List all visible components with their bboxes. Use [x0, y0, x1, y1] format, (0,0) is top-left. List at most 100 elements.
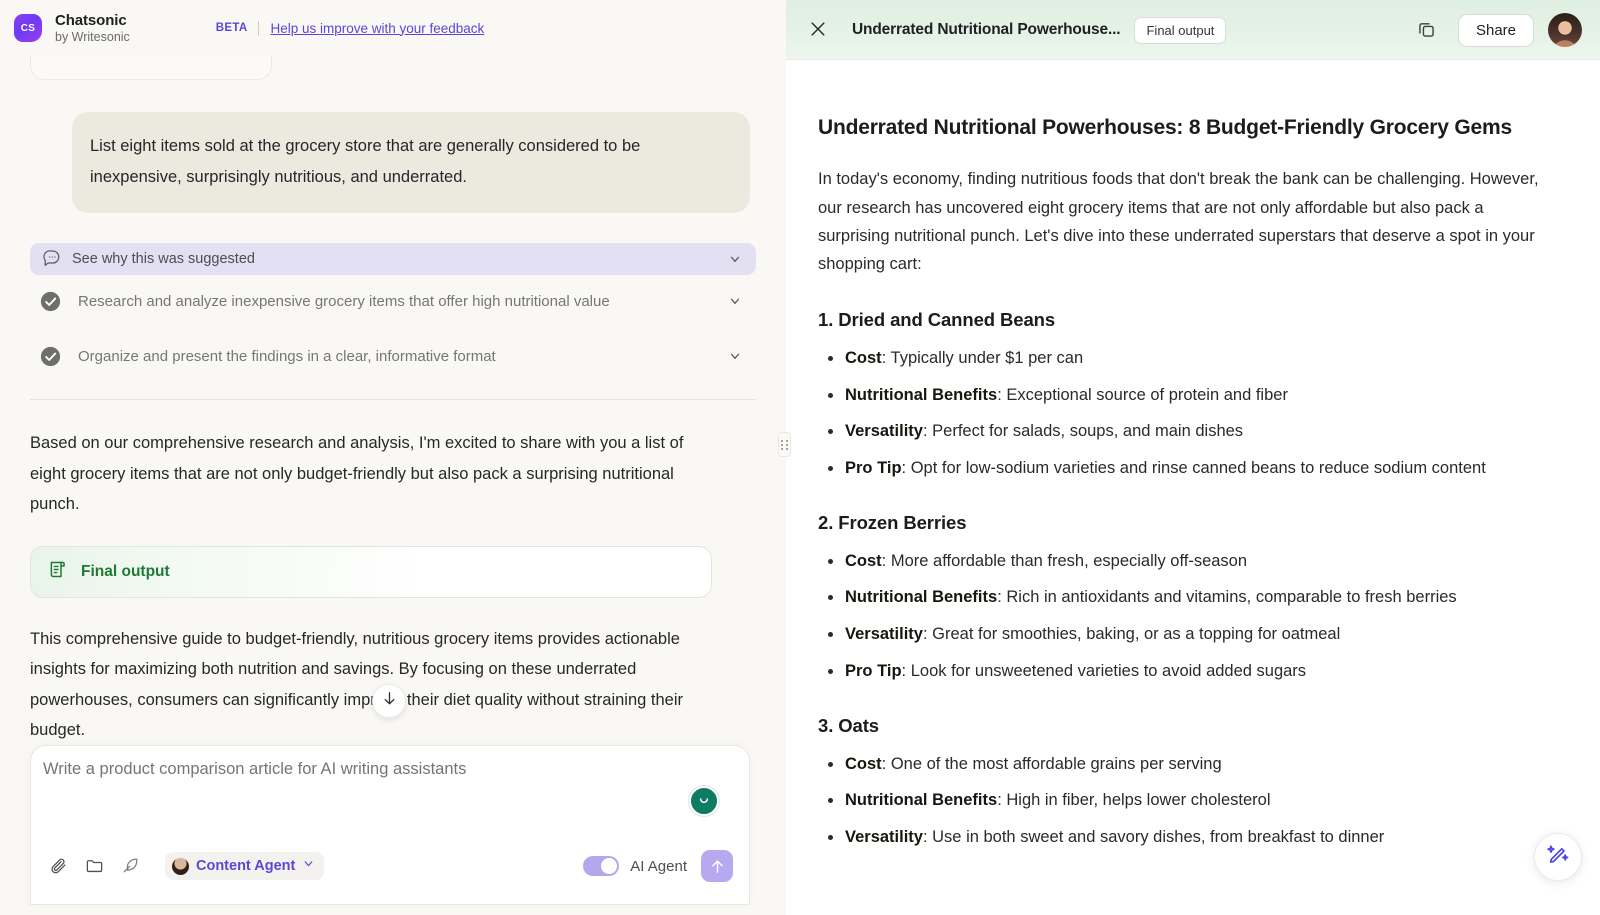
list-item: Nutritional Benefits: High in fiber, hel…	[818, 787, 1540, 814]
list-item-text: : More affordable than fresh, especially…	[881, 551, 1248, 570]
chevron-down-icon[interactable]	[728, 294, 742, 308]
document-scroll-icon	[47, 559, 68, 585]
list-item-term: Pro Tip	[845, 661, 902, 680]
assistant-intro-text: Based on our comprehensive research and …	[30, 434, 684, 514]
list-item-text: : One of the most affordable grains per …	[881, 754, 1222, 773]
voice-listen-button[interactable]	[689, 786, 719, 816]
section-divider	[30, 399, 756, 401]
task-row[interactable]: Organize and present the findings in a c…	[30, 330, 756, 385]
app-title: Chatsonic	[55, 11, 127, 29]
list-item: Versatility: Great for smoothies, baking…	[818, 621, 1540, 648]
final-output-card-label: Final output	[81, 562, 170, 580]
list-item: Versatility: Use in both sweet and savor…	[818, 824, 1540, 851]
close-icon[interactable]	[808, 19, 830, 41]
app-subtitle: by Writesonic	[55, 29, 130, 44]
feather-quill-icon[interactable]	[121, 856, 141, 876]
message-composer: Content Agent AI Agent	[30, 745, 750, 905]
pane-resize-handle[interactable]	[778, 432, 791, 457]
list-item: Pro Tip: Look for unsweetened varieties …	[818, 658, 1540, 685]
list-item: Nutritional Benefits: Rich in antioxidan…	[818, 584, 1540, 611]
list-item-text: : Exceptional source of protein and fibe…	[997, 385, 1288, 404]
list-item-text: : Perfect for salads, soups, and main di…	[922, 422, 1244, 441]
final-output-badge[interactable]: Final output	[1134, 16, 1227, 44]
composer-toolbar: Content Agent AI Agent	[31, 848, 749, 884]
list-item: Cost: One of the most affordable grains …	[818, 751, 1540, 778]
app-header: CS Chatsonic by Writesonic BETA Help us …	[0, 0, 786, 56]
list-item: Versatility: Perfect for salads, soups, …	[818, 418, 1540, 445]
document-heading-1: Underrated Nutritional Powerhouses: 8 Bu…	[818, 116, 1512, 139]
ai-edit-fab-button[interactable]	[1534, 833, 1582, 881]
toggle-knob	[601, 858, 618, 874]
magic-wand-icon	[1546, 843, 1570, 872]
document-body: Underrated Nutritional Powerhouses: 8 Bu…	[786, 60, 1600, 851]
chevron-down-icon	[302, 857, 315, 875]
user-avatar[interactable]	[1548, 13, 1582, 47]
list-item: Pro Tip: Opt for low-sodium varieties an…	[818, 455, 1540, 482]
app-root: CS Chatsonic by Writesonic BETA Help us …	[0, 0, 1600, 915]
list-item-term: Cost	[845, 551, 882, 570]
chat-scroll-area[interactable]: List eight items sold at the grocery sto…	[0, 56, 786, 746]
previous-message-clipped	[30, 56, 272, 80]
ai-agent-toggle-label: AI Agent	[630, 857, 687, 875]
agent-avatar-icon	[172, 857, 189, 875]
chatsonic-logo-icon: CS	[14, 14, 42, 42]
copy-icon[interactable]	[1416, 19, 1438, 41]
section-list: Cost: One of the most affordable grains …	[818, 751, 1540, 851]
logo-text: CS	[20, 22, 36, 34]
drag-dots-icon	[781, 439, 788, 450]
beta-feedback-group: BETA Help us improve with your feedback	[215, 20, 484, 36]
message-input[interactable]	[43, 760, 643, 779]
ai-agent-toggle[interactable]	[583, 856, 620, 876]
chevron-down-icon[interactable]	[728, 349, 742, 363]
final-output-card[interactable]: Final output	[30, 545, 712, 598]
list-item-text: : Look for unsweetened varieties to avoi…	[901, 661, 1307, 680]
list-item: Cost: Typically under $1 per can	[818, 345, 1540, 372]
chat-pane: CS Chatsonic by Writesonic BETA Help us …	[0, 0, 786, 915]
arrow-down-icon	[381, 690, 398, 712]
feedback-link[interactable]: Help us improve with your feedback	[270, 21, 484, 36]
chevron-down-icon[interactable]	[728, 252, 742, 266]
see-why-suggested-bar[interactable]: See why this was suggested	[30, 243, 756, 276]
section-list: Cost: More affordable than fresh, especi…	[818, 548, 1540, 685]
user-message-bubble: List eight items sold at the grocery sto…	[72, 112, 750, 214]
list-item-term: Nutritional Benefits	[845, 588, 998, 607]
list-item-term: Versatility	[845, 827, 923, 846]
task-row[interactable]: Research and analyze inexpensive grocery…	[30, 275, 756, 330]
send-button[interactable]	[701, 850, 733, 882]
list-item-term: Cost	[845, 348, 882, 367]
list-item-term: Versatility	[845, 625, 923, 644]
list-item-text: : Use in both sweet and savory dishes, f…	[922, 827, 1385, 846]
list-item-term: Nutritional Benefits	[845, 791, 998, 810]
document-intro-paragraph: In today's economy, finding nutritious f…	[818, 170, 1539, 274]
document-header: Underrated Nutritional Powerhouse... Fin…	[786, 0, 1600, 60]
list-item: Nutritional Benefits: Exceptional source…	[818, 382, 1540, 409]
assistant-summary-text: This comprehensive guide to budget-frien…	[30, 629, 683, 740]
document-title: Underrated Nutritional Powerhouse...	[852, 21, 1121, 38]
task-label: Research and analyze inexpensive grocery…	[78, 293, 610, 311]
attach-paperclip-icon[interactable]	[49, 856, 69, 876]
list-item-term: Nutritional Benefits	[845, 385, 998, 404]
document-pane: Underrated Nutritional Powerhouse... Fin…	[786, 0, 1600, 915]
list-item-text: : Great for smoothies, baking, or as a t…	[922, 625, 1341, 644]
agent-selector-chip[interactable]: Content Agent	[165, 852, 325, 880]
task-label: Organize and present the findings in a c…	[78, 348, 496, 366]
list-item-text: : Opt for low-sodium varieties and rinse…	[901, 458, 1486, 477]
section-heading: 3. Oats	[818, 714, 879, 736]
list-item-text: : Rich in antioxidants and vitamins, com…	[997, 588, 1457, 607]
header-divider	[258, 20, 260, 36]
list-item-text: : Typically under $1 per can	[881, 348, 1084, 367]
scroll-to-bottom-button[interactable]	[372, 684, 406, 718]
folder-icon[interactable]	[85, 856, 105, 876]
section-heading: 2. Frozen Berries	[818, 511, 967, 533]
check-circle-icon	[40, 291, 61, 317]
see-why-suggested-label: See why this was suggested	[72, 251, 255, 268]
check-circle-icon	[40, 346, 61, 372]
chat-bubble-icon	[43, 248, 61, 271]
list-item-term: Versatility	[845, 422, 923, 441]
agent-name-label: Content Agent	[196, 858, 296, 874]
section-list: Cost: Typically under $1 per can Nutriti…	[818, 345, 1540, 482]
beta-badge: BETA	[215, 22, 248, 34]
list-item-term: Pro Tip	[845, 458, 902, 477]
share-button[interactable]: Share	[1457, 13, 1534, 47]
section-heading: 1. Dried and Canned Beans	[818, 308, 1056, 330]
